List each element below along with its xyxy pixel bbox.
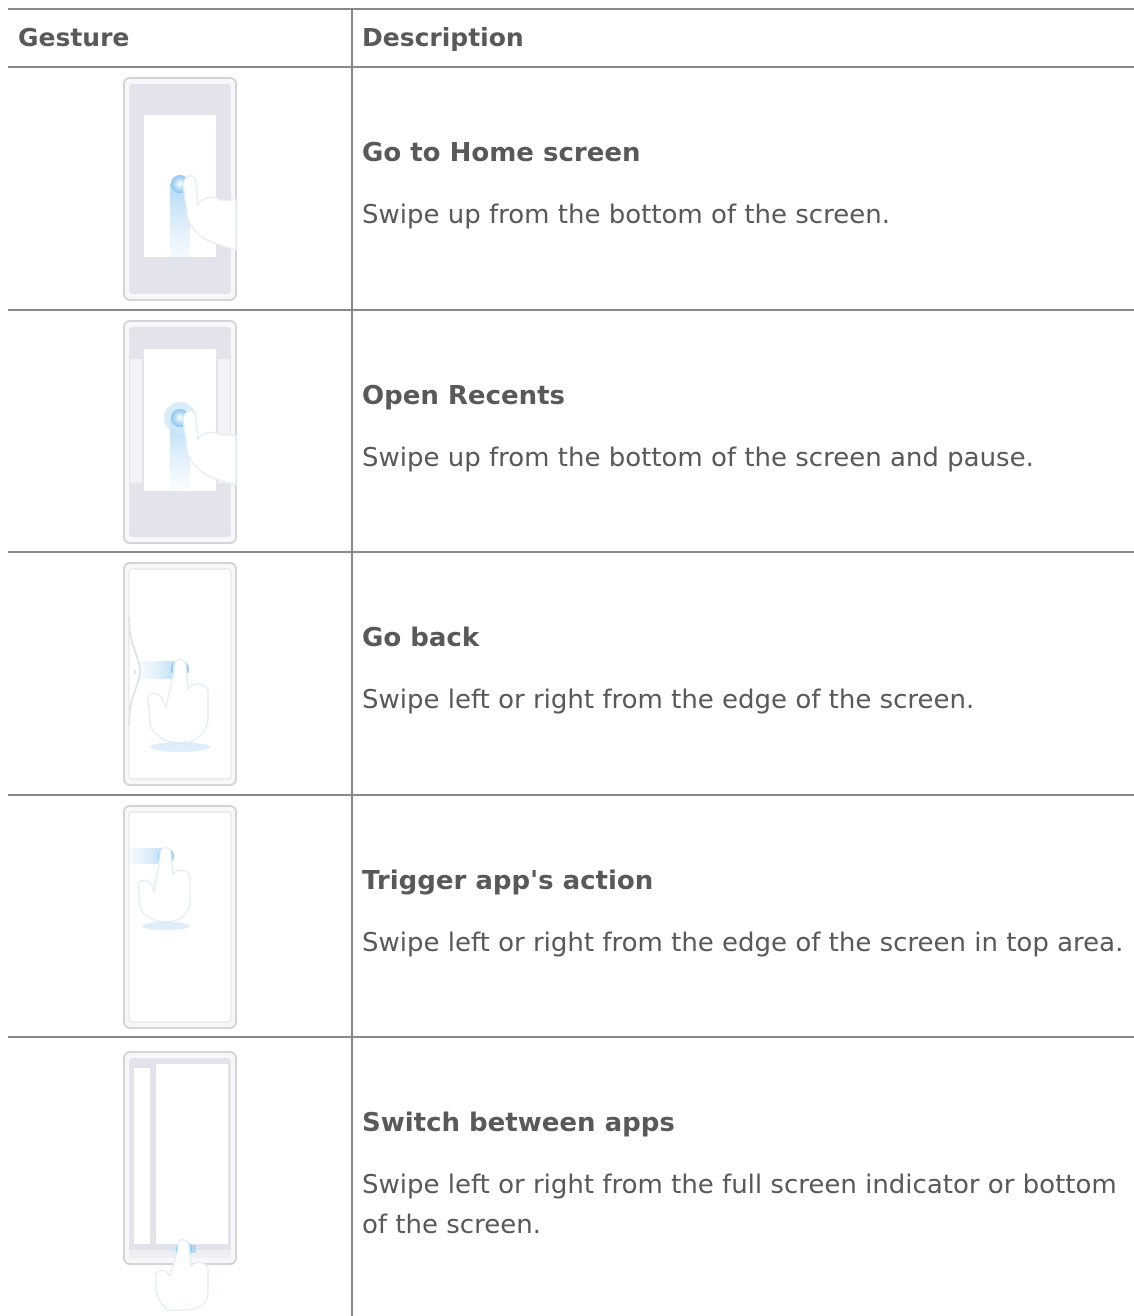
gesture-title: Switch between apps [362, 1108, 675, 1138]
gesture-description: Swipe up from the bottom of the screen a… [362, 443, 1034, 473]
table-rule-top [8, 8, 1134, 10]
swipe-edge-back-icon: ‹ [123, 562, 237, 786]
swipe-edge-top-action-icon [123, 805, 237, 1029]
gesture-title: Go to Home screen [362, 138, 641, 168]
table-row: Open Recents Swipe up from the bottom of… [0, 311, 1134, 554]
gesture-description: Swipe up from the bottom of the screen. [362, 200, 890, 230]
table-row: ‹ Go back Swipe left or right from the e… [0, 553, 1134, 796]
gesture-title: Go back [362, 623, 480, 653]
swipe-up-pause-recents-icon [123, 320, 237, 544]
gesture-title: Open Recents [362, 381, 566, 411]
gesture-table: Gesture Description Go to Home screen Sw… [0, 0, 1134, 1316]
swipe-up-home-icon [123, 77, 237, 301]
table-row: Trigger app's action Swipe left or right… [0, 796, 1134, 1039]
gesture-description: Swipe left or right from the full screen… [362, 1170, 1117, 1240]
table-row: Switch between apps Swipe left or right … [0, 1038, 1134, 1311]
swipe-bottom-switch-apps-icon [123, 1051, 237, 1311]
header-gesture: Gesture [18, 23, 130, 52]
gesture-title: Trigger app's action [362, 866, 654, 896]
gesture-description: Swipe left or right from the edge of the… [362, 928, 1124, 958]
gesture-description: Swipe left or right from the edge of the… [362, 685, 975, 715]
header-description: Description [362, 23, 524, 52]
svg-text:‹: ‹ [133, 667, 137, 678]
table-row: Go to Home screen Swipe up from the bott… [0, 68, 1134, 311]
